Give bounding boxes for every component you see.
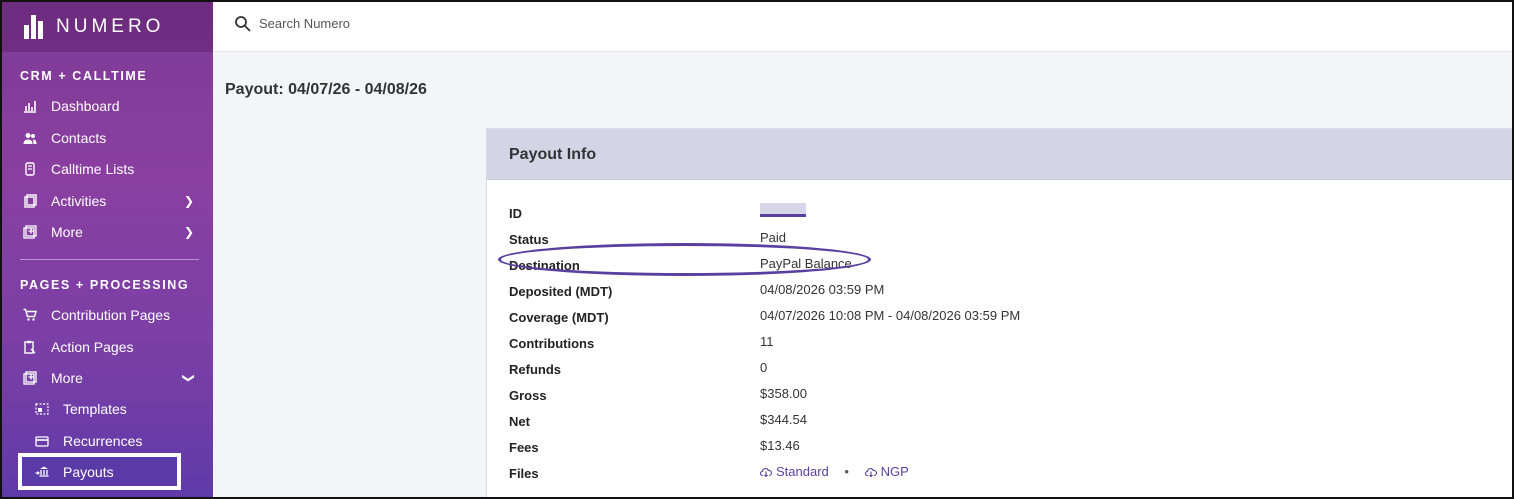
sidebar: NUMERO CRM + CALLTIME Dashboard Contacts…	[2, 2, 213, 497]
numero-logo-icon	[24, 15, 50, 39]
sidebar-divider	[20, 259, 199, 260]
row-label: Deposited (MDT)	[509, 284, 613, 299]
logo[interactable]: NUMERO	[24, 14, 164, 40]
sidebar-item-more-crm[interactable]: More ❯	[22, 220, 198, 244]
info-row-refunds: Refunds 0	[509, 360, 1509, 382]
row-label: Fees	[509, 440, 539, 455]
search-icon[interactable]	[234, 15, 252, 33]
row-label: ID	[509, 206, 522, 221]
sidebar-item-label: Dashboard	[51, 98, 120, 114]
row-value: 0	[760, 360, 768, 375]
sidebar-item-label: Payouts	[63, 464, 114, 480]
sidebar-item-label: Calltime Lists	[51, 161, 135, 177]
template-icon	[34, 401, 50, 417]
sidebar-item-label: Contribution Pages	[51, 307, 171, 323]
sidebar-item-label: Templates	[63, 401, 127, 417]
info-row-net: Net $344.54	[509, 412, 1509, 434]
sidebar-item-contribution-pages[interactable]: Contribution Pages	[22, 303, 198, 327]
separator: •	[844, 464, 849, 479]
add-box-icon	[22, 224, 38, 240]
info-row-coverage: Coverage (MDT) 04/07/2026 10:08 PM - 04/…	[509, 308, 1509, 330]
sidebar-item-label: Contacts	[51, 130, 107, 146]
file-link-ngp[interactable]: NGP	[864, 464, 909, 479]
add-box-icon	[22, 370, 38, 386]
row-value: Paid	[760, 230, 787, 245]
sidebar-item-activities[interactable]: Activities ❯	[22, 189, 198, 213]
file-link-standard[interactable]: Standard	[760, 464, 832, 479]
sidebar-item-label: More	[51, 370, 83, 386]
sidebar-item-calltime-lists[interactable]: Calltime Lists	[22, 157, 198, 181]
sidebar-item-templates[interactable]: Templates	[34, 397, 194, 421]
cloud-download-icon	[760, 468, 772, 477]
search-input[interactable]: Search Numero	[259, 16, 350, 31]
row-value: $358.00	[760, 386, 807, 401]
sidebar-item-label: Recurrences	[63, 433, 143, 449]
row-label: Gross	[509, 388, 547, 403]
chart-icon	[22, 98, 38, 114]
phone-list-icon	[22, 161, 38, 177]
people-icon	[22, 130, 38, 146]
chevron-right-icon: ❯	[183, 225, 194, 239]
row-value: 04/07/2026 10:08 PM - 04/08/2026 03:59 P…	[760, 308, 1021, 323]
chevron-down-icon: ❯	[181, 372, 196, 384]
sidebar-item-contacts[interactable]: Contacts	[22, 126, 198, 150]
card-title: Payout Info	[509, 146, 597, 163]
top-bar: Search Numero	[213, 2, 1512, 52]
info-row-files: Files Standard • NGP	[509, 464, 1509, 486]
app-window: NUMERO CRM + CALLTIME Dashboard Contacts…	[0, 0, 1514, 499]
info-row-deposited: Deposited (MDT) 04/08/2026 03:59 PM	[509, 282, 1509, 304]
sidebar-item-dashboard[interactable]: Dashboard	[22, 94, 198, 118]
files-links: Standard • NGP	[760, 464, 909, 479]
card-icon	[34, 433, 50, 449]
sidebar-item-action-pages[interactable]: Action Pages	[22, 335, 198, 359]
redacted-id-value	[760, 203, 806, 217]
section-pages-processing: PAGES + PROCESSING	[20, 278, 190, 292]
row-value: $13.46	[760, 438, 800, 453]
sidebar-item-label: Activities	[51, 193, 107, 209]
file-link-label: NGP	[880, 464, 909, 479]
sidebar-item-label: Action Pages	[51, 339, 134, 355]
logo-text: NUMERO	[56, 16, 165, 37]
destination-highlight-oval	[498, 243, 871, 276]
card-header: Payout Info	[487, 129, 1512, 180]
sidebar-item-more-pages[interactable]: More ❯	[22, 366, 198, 390]
info-row-id: ID	[509, 203, 1509, 226]
row-value: $344.54	[760, 412, 807, 427]
sidebar-item-recurrences[interactable]: Recurrences	[34, 429, 194, 453]
info-row-gross: Gross $358.00	[509, 386, 1509, 408]
cart-icon	[22, 307, 38, 323]
info-row-contributions: Contributions 11	[509, 334, 1509, 356]
info-row-fees: Fees $13.46	[509, 438, 1509, 460]
row-value: 04/08/2026 03:59 PM	[760, 282, 885, 297]
chevron-right-icon: ❯	[183, 194, 194, 208]
section-crm-calltime: CRM + CALLTIME	[20, 69, 148, 83]
row-label: Files	[509, 466, 539, 481]
clipboard-icon	[22, 193, 38, 209]
row-value: 11	[760, 334, 774, 349]
page-title: Payout: 04/07/26 - 04/08/26	[225, 81, 427, 98]
row-label: Refunds	[509, 362, 561, 377]
cloud-download-icon	[864, 468, 877, 477]
row-label: Status	[509, 232, 549, 247]
file-link-label: Standard	[776, 464, 829, 479]
row-label: Coverage (MDT)	[509, 310, 609, 325]
row-label: Net	[509, 414, 530, 429]
sidebar-item-payouts[interactable]: Payouts	[34, 460, 194, 484]
sidebar-item-label: More	[51, 224, 83, 240]
bank-icon	[34, 464, 50, 480]
payout-info-card: Payout Info ID Status Paid Destination P…	[486, 128, 1512, 497]
row-label: Contributions	[509, 336, 595, 351]
action-page-icon	[22, 339, 38, 355]
